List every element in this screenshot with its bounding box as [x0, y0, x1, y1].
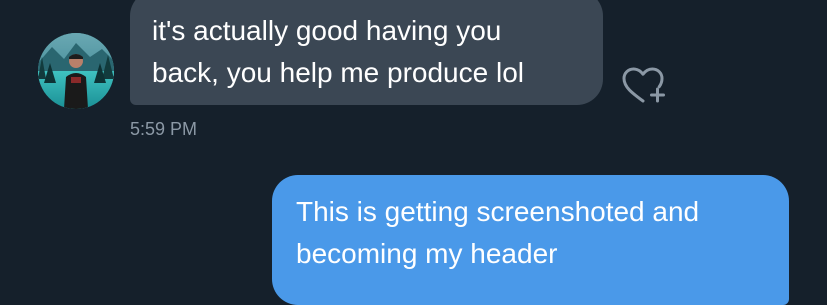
incoming-message-line: it's actually good having you: [152, 15, 502, 46]
avatar[interactable]: [38, 33, 114, 109]
avatar-image: [38, 33, 114, 109]
outgoing-message-bubble[interactable]: This is getting screenshoted and becomin…: [272, 175, 789, 305]
message-timestamp: 5:59 PM: [130, 119, 198, 139]
outgoing-message-line: This is getting screenshoted and: [296, 196, 700, 227]
incoming-message-line: back, you help me produce lol: [152, 57, 524, 88]
outgoing-message-line: becoming my header: [296, 238, 558, 269]
incoming-message-bubble[interactable]: it's actually good having you back, you …: [130, 0, 603, 105]
heart-plus-icon[interactable]: [620, 63, 668, 105]
